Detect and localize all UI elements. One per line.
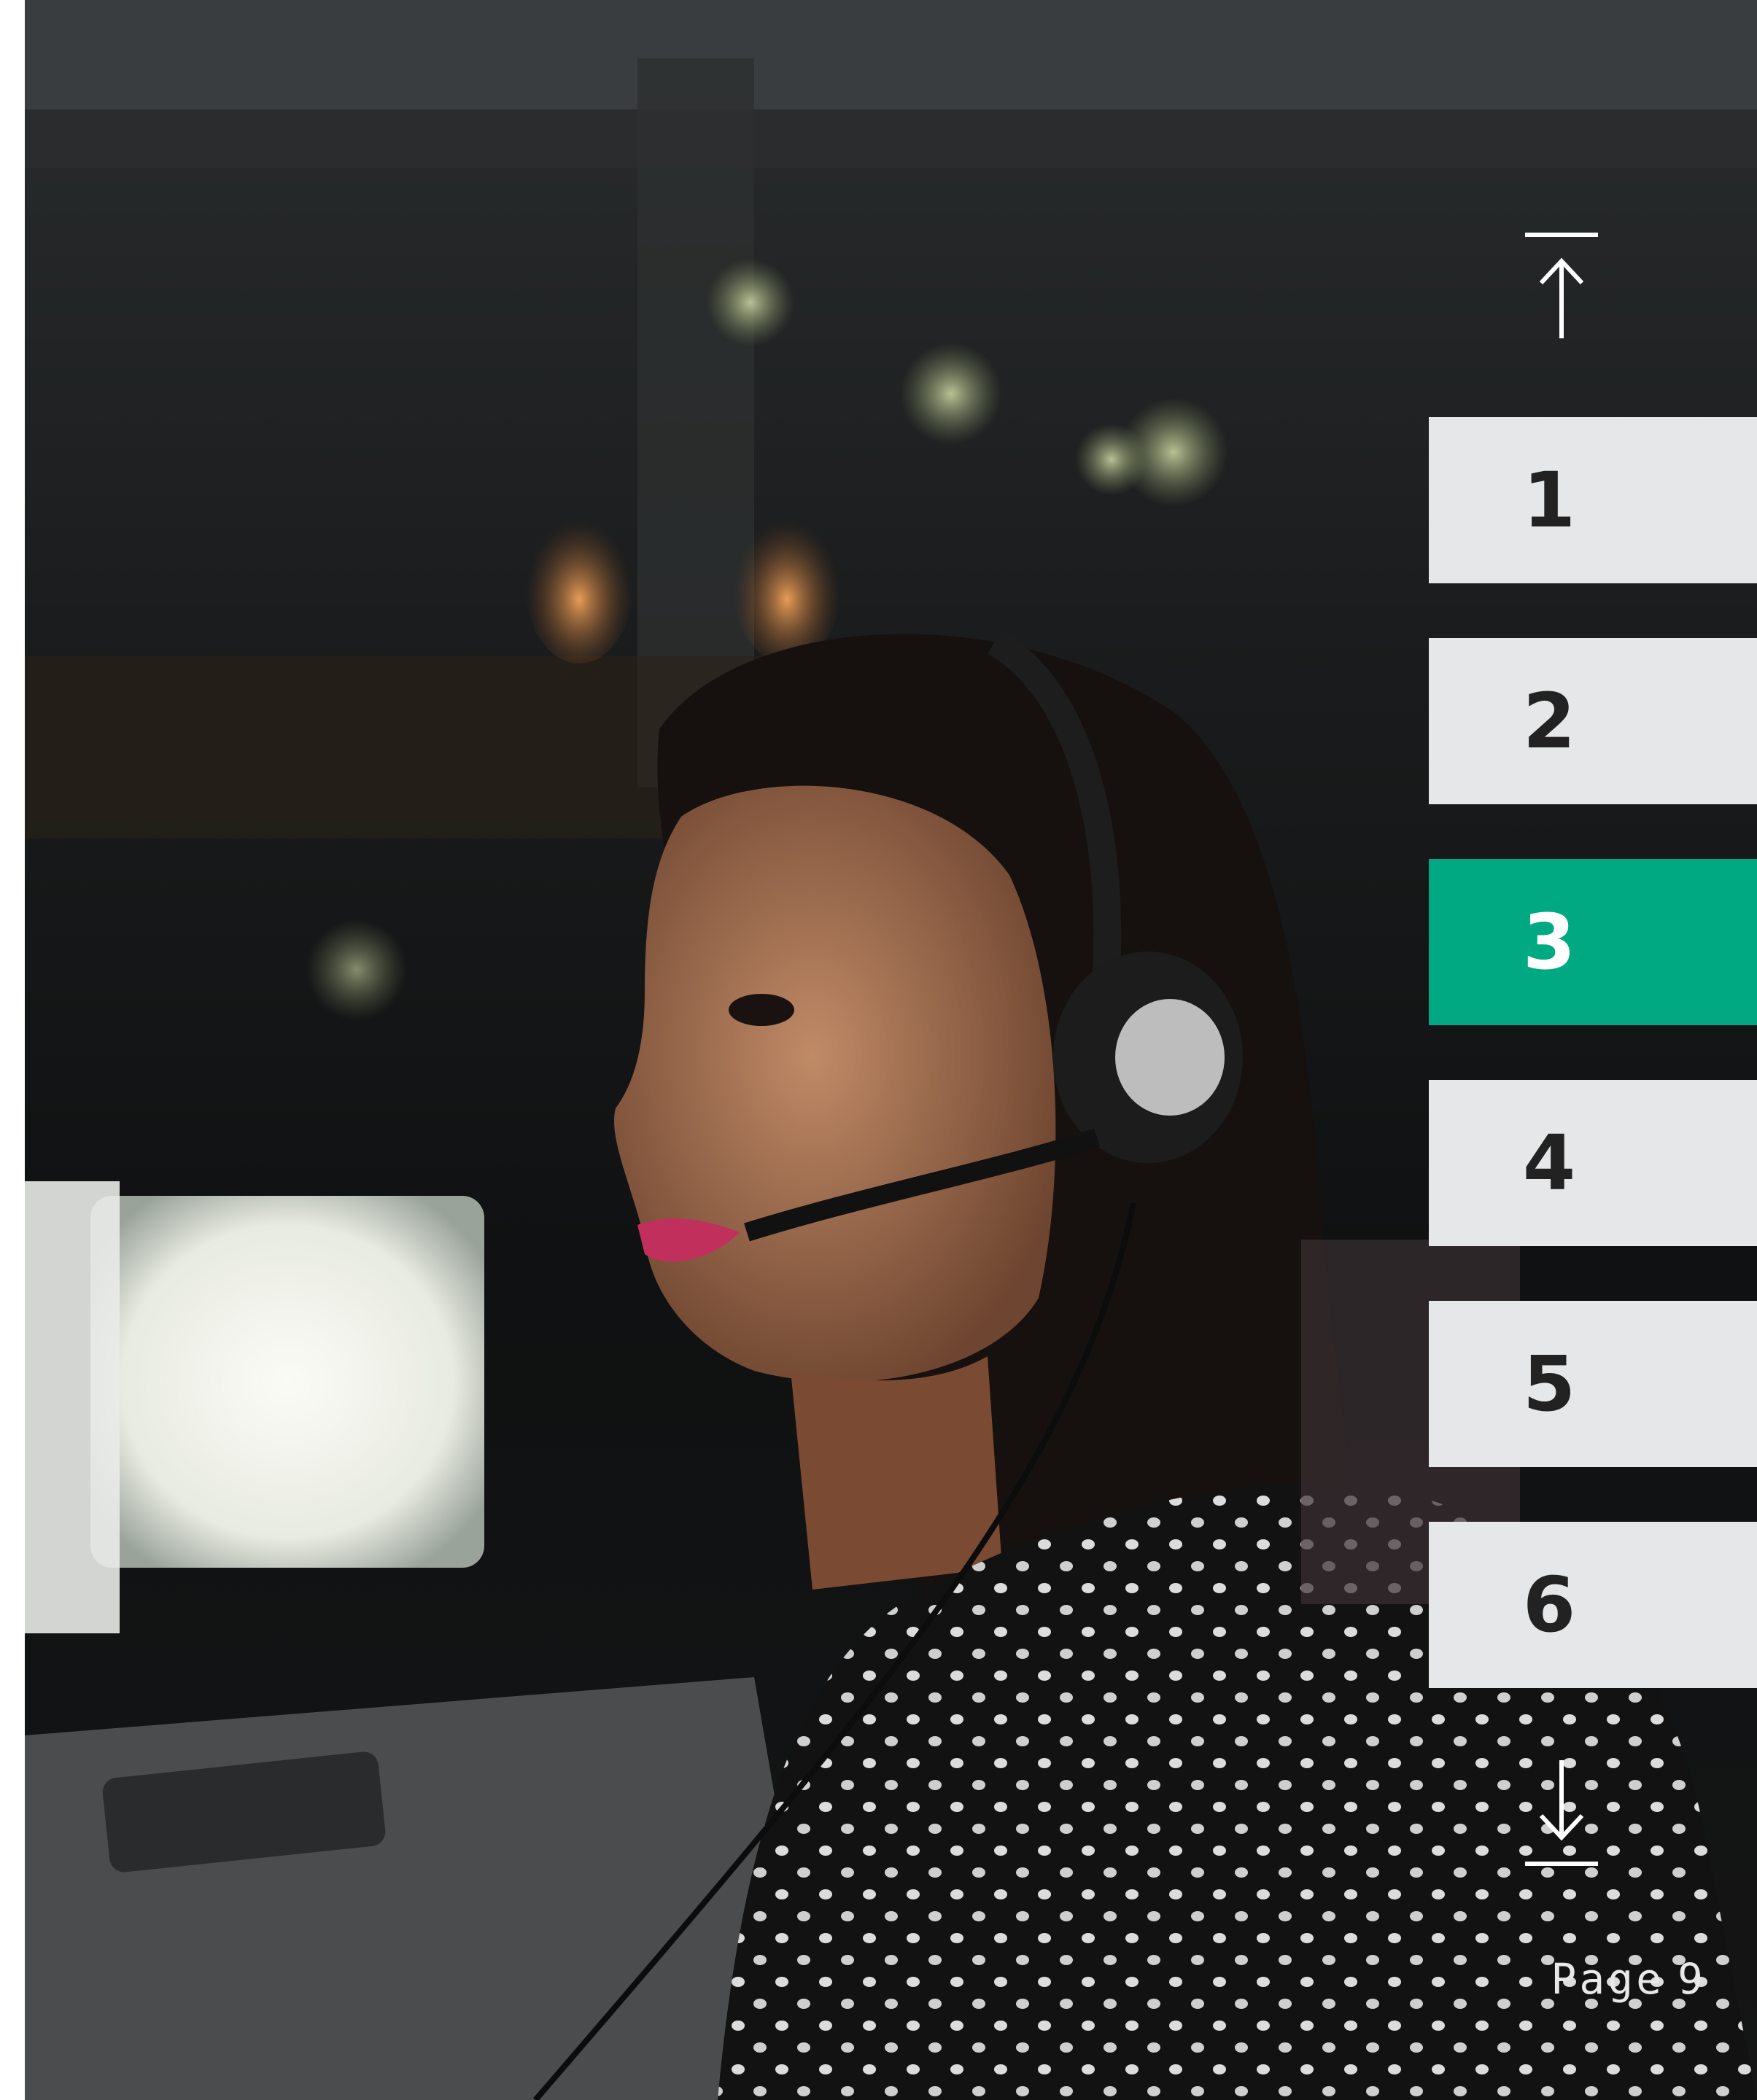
tab-section-2[interactable]: 2 <box>1429 638 1757 804</box>
page-number: Page 9 <box>1551 1954 1706 2004</box>
page-margin <box>0 0 25 2100</box>
scroll-to-top-button[interactable] <box>1524 232 1599 341</box>
arrow-down-to-bottom-icon <box>1525 1760 1598 1866</box>
arrow-up-to-top-icon <box>1525 233 1598 338</box>
page-value: 9 <box>1678 1954 1706 2004</box>
tab-section-4[interactable]: 4 <box>1429 1080 1757 1246</box>
tab-section-5[interactable]: 5 <box>1429 1301 1757 1467</box>
tab-section-1[interactable]: 1 <box>1429 417 1757 583</box>
scroll-to-bottom-button[interactable] <box>1524 1757 1599 1867</box>
page-word: Page <box>1551 1954 1665 2004</box>
section-navigation: 1 2 3 4 5 6 <box>1429 0 1757 2100</box>
tab-section-3[interactable]: 3 <box>1429 859 1757 1025</box>
tab-section-6[interactable]: 6 <box>1429 1522 1757 1688</box>
